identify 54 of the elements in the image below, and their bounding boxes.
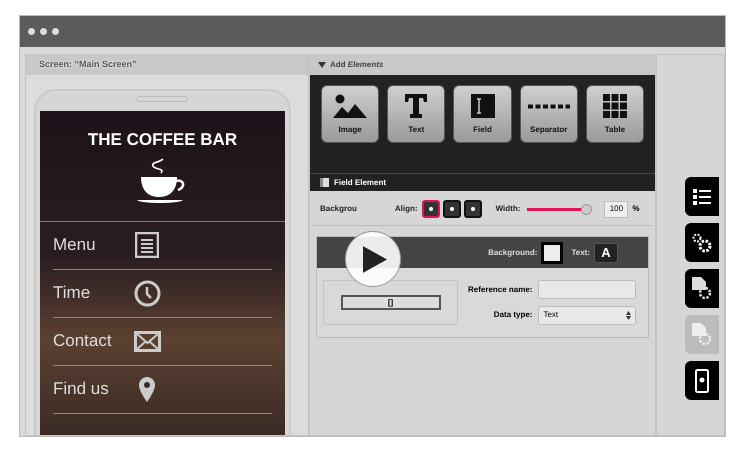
add-element-button[interactable]: Table <box>586 85 644 143</box>
field-element-icon <box>320 178 329 187</box>
panel-title: Screen: “Main Screen” <box>26 55 308 75</box>
menu-item[interactable]: Contact <box>53 328 133 354</box>
text-label: Text: <box>571 246 590 258</box>
text-icon <box>405 94 428 118</box>
play-icon <box>363 246 387 272</box>
settings-icon <box>691 232 713 254</box>
section-title: Field Element <box>334 176 386 188</box>
background-label: Backgrou <box>320 203 357 215</box>
align-label: Align: <box>394 203 418 215</box>
list-icon <box>693 188 711 204</box>
background-swatch[interactable] <box>541 242 564 264</box>
data-type-select[interactable]: Text <box>538 306 636 325</box>
align-button[interactable] <box>464 200 482 218</box>
section-title: Add Elements <box>330 59 384 71</box>
text-field-icon <box>470 94 494 118</box>
data-type-label: Data type: <box>492 309 532 322</box>
phone-icon <box>695 368 709 392</box>
document-gear-icon <box>692 276 712 300</box>
dashed-line-icon <box>528 104 570 108</box>
phone-speaker <box>136 96 188 102</box>
side-tab[interactable] <box>685 361 719 400</box>
add-element-button[interactable]: Image <box>321 85 380 143</box>
text-color-picker[interactable]: A <box>594 242 618 262</box>
clock-icon <box>134 280 160 306</box>
envelope-icon <box>134 330 160 352</box>
background-label: Background: <box>488 246 538 258</box>
slider-thumb[interactable] <box>581 204 592 214</box>
menu-item[interactable]: Menu <box>53 232 133 258</box>
side-tab[interactable] <box>685 269 719 308</box>
table-gear-icon <box>692 322 712 346</box>
collapse-triangle-icon[interactable] <box>318 62 326 68</box>
align-button[interactable] <box>422 200 440 218</box>
reference-name-input[interactable] <box>538 280 636 300</box>
reference-name-label: Reference name: <box>468 284 532 296</box>
width-label: Width: <box>496 203 520 215</box>
map-pin-icon <box>139 376 155 402</box>
add-element-button[interactable]: Field <box>453 85 512 143</box>
add-element-button[interactable]: Text <box>387 85 446 143</box>
align-button[interactable] <box>442 200 461 218</box>
menu-list-icon <box>135 232 159 258</box>
width-input[interactable]: 100 <box>604 200 628 218</box>
menu-item[interactable]: Find us <box>53 376 133 402</box>
field-preview: [] <box>340 295 440 310</box>
grid-icon <box>602 94 627 118</box>
side-tab[interactable] <box>685 223 719 262</box>
image-icon <box>333 94 368 118</box>
app-title: THE COFFEE BAR <box>86 129 238 151</box>
menu-item[interactable]: Time <box>53 280 133 306</box>
percent-label: % <box>632 203 640 215</box>
up-down-arrows-icon <box>626 310 632 320</box>
side-tab[interactable] <box>685 177 719 216</box>
add-element-button[interactable]: Separator <box>520 85 578 143</box>
